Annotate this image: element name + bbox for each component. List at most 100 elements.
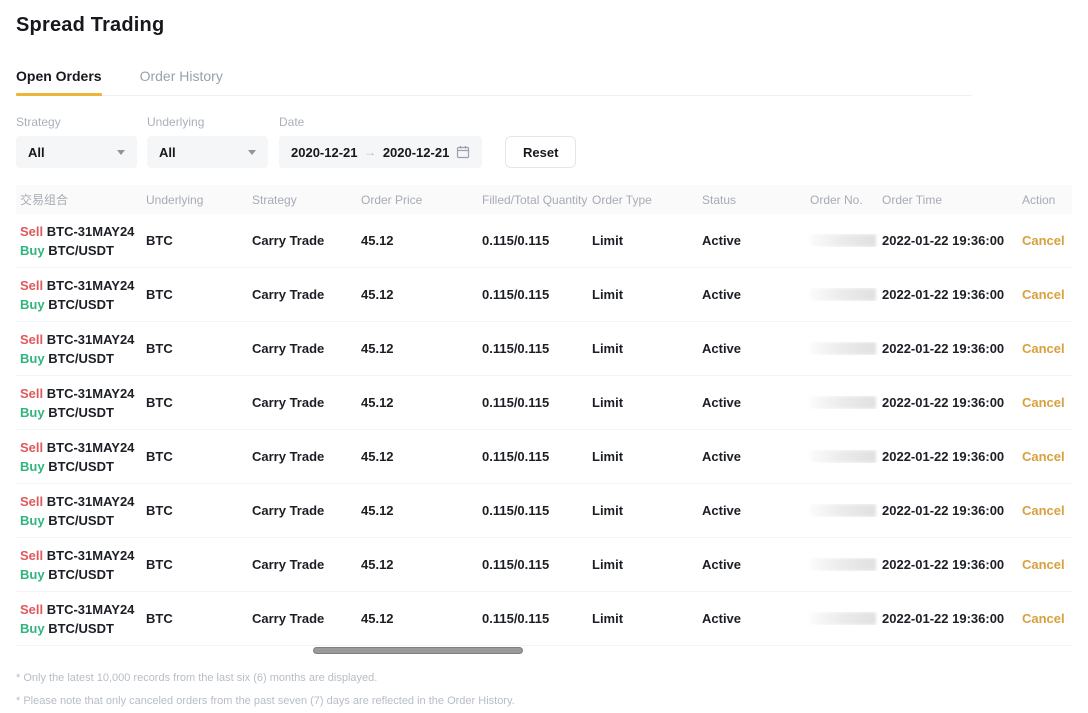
filled-total-cell: 0.115/0.115 [478,233,588,248]
sell-label: Sell [20,548,43,563]
pair-cell: Sell BTC-31MAY24 Buy BTC/USDT [16,330,142,368]
sell-pair: BTC-31MAY24 [47,332,135,347]
cancel-link[interactable]: Cancel [1022,449,1065,464]
buy-leg: Buy BTC/USDT [20,403,142,422]
action-cell: Cancel [1018,449,1072,464]
footnote-canceled-orders: * Please note that only canceled orders … [16,690,1072,713]
sell-label: Sell [20,494,43,509]
sell-leg: Sell BTC-31MAY24 [20,330,142,349]
date-filter-label: Date [279,115,482,129]
cancel-link[interactable]: Cancel [1022,233,1065,248]
table-row: Sell BTC-31MAY24 Buy BTC/USDT BTC Carry … [16,538,1072,592]
cancel-link[interactable]: Cancel [1022,503,1065,518]
order-no-cell [806,558,878,571]
order-no-cell [806,450,878,463]
sell-pair: BTC-31MAY24 [47,224,135,239]
order-no-redacted [810,558,876,571]
column-header-underlying: Underlying [142,193,248,207]
chevron-down-icon [117,150,125,155]
buy-label: Buy [20,459,45,474]
order-type-cell: Limit [588,233,698,248]
underlying-cell: BTC [142,287,248,302]
buy-label: Buy [20,243,45,258]
order-no-cell [806,612,878,625]
buy-label: Buy [20,621,45,636]
buy-leg: Buy BTC/USDT [20,565,142,584]
strategy-select[interactable]: All [16,136,137,168]
buy-pair: BTC/USDT [48,297,114,312]
cancel-link[interactable]: Cancel [1022,341,1065,356]
order-no-redacted [810,396,876,409]
sell-label: Sell [20,332,43,347]
buy-leg: Buy BTC/USDT [20,349,142,368]
table-body: Sell BTC-31MAY24 Buy BTC/USDT BTC Carry … [16,214,1072,646]
order-no-cell [806,234,878,247]
filter-bar: Strategy All Underlying All Date 2020-12… [16,115,1072,168]
order-type-cell: Limit [588,611,698,626]
cancel-link[interactable]: Cancel [1022,287,1065,302]
order-no-redacted [810,612,876,625]
strategy-cell: Carry Trade [248,287,357,302]
order-time-cell: 2022-01-22 19:36:00 [878,287,1018,302]
horizontal-scrollbar-thumb[interactable] [313,647,523,654]
tab-order-history[interactable]: Order History [140,68,223,95]
date-end-value: 2020-12-21 [383,145,450,160]
order-time-cell: 2022-01-22 19:36:00 [878,395,1018,410]
underlying-select[interactable]: All [147,136,268,168]
column-header-status: Status [698,193,806,207]
sell-label: Sell [20,224,43,239]
action-cell: Cancel [1018,395,1072,410]
sell-leg: Sell BTC-31MAY24 [20,384,142,403]
reset-button[interactable]: Reset [505,136,576,168]
sell-leg: Sell BTC-31MAY24 [20,546,142,565]
underlying-cell: BTC [142,449,248,464]
calendar-icon [456,145,470,159]
status-cell: Active [698,233,806,248]
cancel-link[interactable]: Cancel [1022,395,1065,410]
chevron-down-icon [248,150,256,155]
order-no-cell [806,504,878,517]
filled-total-cell: 0.115/0.115 [478,503,588,518]
order-no-redacted [810,234,876,247]
order-no-redacted [810,450,876,463]
pair-cell: Sell BTC-31MAY24 Buy BTC/USDT [16,546,142,584]
strategy-cell: Carry Trade [248,341,357,356]
order-time-cell: 2022-01-22 19:36:00 [878,341,1018,356]
strategy-filter: Strategy All [16,115,137,168]
column-header-order-price: Order Price [357,193,478,207]
buy-pair: BTC/USDT [48,621,114,636]
underlying-cell: BTC [142,341,248,356]
order-type-cell: Limit [588,503,698,518]
footnote-records-limit: * Only the latest 10,000 records from th… [16,667,1072,690]
column-header-order-no: Order No. [806,193,878,207]
tab-open-orders[interactable]: Open Orders [16,68,102,95]
sell-leg: Sell BTC-31MAY24 [20,492,142,511]
table-row: Sell BTC-31MAY24 Buy BTC/USDT BTC Carry … [16,214,1072,268]
spread-trading-page: Spread Trading Open Orders Order History… [0,0,1088,713]
order-price-cell: 45.12 [357,449,478,464]
order-price-cell: 45.12 [357,611,478,626]
order-price-cell: 45.12 [357,287,478,302]
sell-pair: BTC-31MAY24 [47,440,135,455]
buy-label: Buy [20,297,45,312]
cancel-link[interactable]: Cancel [1022,557,1065,572]
open-orders-table: 交易组合 Underlying Strategy Order Price Fil… [16,185,1072,655]
filled-total-cell: 0.115/0.115 [478,449,588,464]
order-no-cell [806,396,878,409]
order-time-cell: 2022-01-22 19:36:00 [878,503,1018,518]
strategy-cell: Carry Trade [248,557,357,572]
cancel-link[interactable]: Cancel [1022,611,1065,626]
column-header-order-type: Order Type [588,193,698,207]
buy-label: Buy [20,513,45,528]
column-header-order-time: Order Time [878,193,1018,207]
sell-pair: BTC-31MAY24 [47,548,135,563]
date-range-picker[interactable]: 2020-12-21 → 2020-12-21 [279,136,482,168]
pair-cell: Sell BTC-31MAY24 Buy BTC/USDT [16,600,142,638]
buy-pair: BTC/USDT [48,513,114,528]
action-cell: Cancel [1018,233,1072,248]
order-type-cell: Limit [588,287,698,302]
sell-pair: BTC-31MAY24 [47,386,135,401]
action-cell: Cancel [1018,557,1072,572]
action-cell: Cancel [1018,341,1072,356]
buy-pair: BTC/USDT [48,351,114,366]
